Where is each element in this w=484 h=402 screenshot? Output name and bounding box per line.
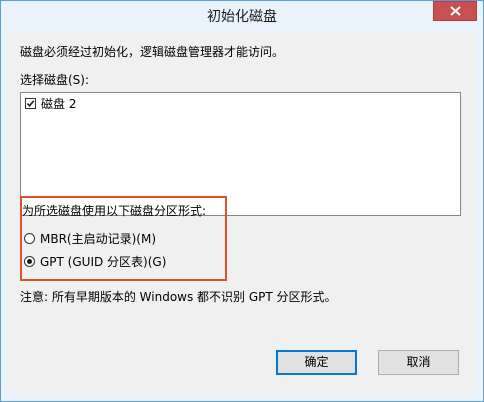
select-disk-label: 选择磁盘(S): [20,73,90,87]
intro-text: 磁盘必须经过初始化，逻辑磁盘管理器才能访问。 [20,45,285,59]
title-bar[interactable]: 初始化磁盘 [1,1,483,31]
dialog-body: 磁盘必须经过初始化，逻辑磁盘管理器才能访问。 选择磁盘(S): 磁盘 2 为所选… [8,32,476,394]
mbr-label: MBR(主启动记录)(M) [40,232,157,246]
ok-button[interactable]: 确定 [276,350,357,375]
checkmark-icon [26,100,35,108]
close-icon [450,6,461,16]
disk-checkbox[interactable] [25,98,36,109]
initialize-disk-dialog: 初始化磁盘 磁盘必须经过初始化，逻辑磁盘管理器才能访问。 选择磁盘(S): 磁盘… [0,0,484,402]
gpt-radio[interactable] [24,256,35,267]
gpt-label: GPT (GUID 分区表)(G) [40,255,167,269]
window-title: 初始化磁盘 [207,9,277,25]
close-button[interactable] [433,1,477,21]
mbr-radio[interactable] [24,233,35,244]
disk-label: 磁盘 2 [41,97,77,111]
cancel-button[interactable]: 取消 [378,350,459,375]
partition-style-label: 为所选磁盘使用以下磁盘分区形式: [22,204,207,218]
note-text: 注意: 所有早期版本的 Windows 都不识别 GPT 分区形式。 [20,290,337,304]
